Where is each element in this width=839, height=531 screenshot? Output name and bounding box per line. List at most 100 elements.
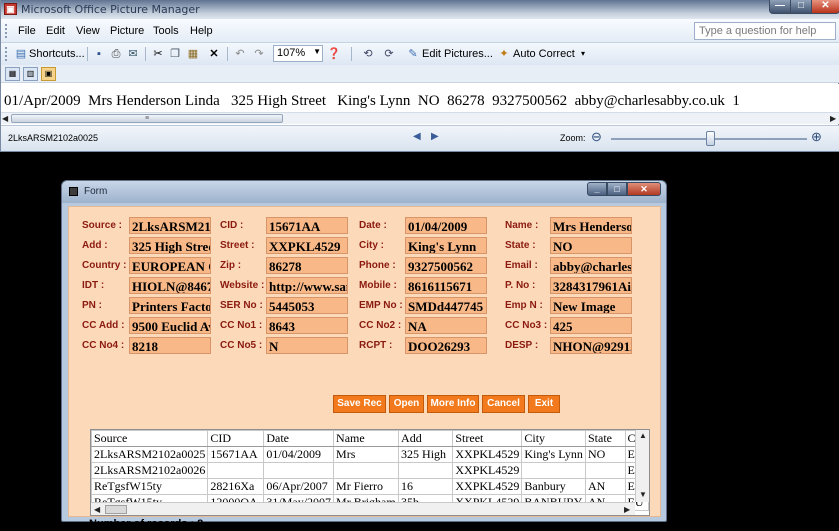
zip-field[interactable]: 86278 (266, 257, 348, 274)
table-cell: 325 High (398, 446, 454, 463)
desp-field[interactable]: NHON@92912 (550, 337, 632, 354)
exit-button[interactable]: Exit (528, 395, 560, 413)
table-row[interactable]: 2LksARSM2102a0025 15671AA 01/04/2009 Mrs 325… (91, 446, 649, 463)
records-grid[interactable]: SourceCIDDateNameAddStreetCityStateCo 2L… (90, 429, 650, 516)
help-icon[interactable]: ❓ (327, 47, 341, 61)
grid-horizontal-scrollbar[interactable]: ◀ ▶ (91, 502, 635, 515)
menu-picture[interactable]: Picture (110, 25, 144, 37)
zoom-slider-thumb[interactable] (706, 131, 715, 146)
close-button[interactable]: ✕ (811, 0, 839, 14)
zoom-in-icon[interactable]: ⊕ (811, 129, 822, 145)
menu-edit[interactable]: Edit (46, 25, 65, 37)
save-record-button[interactable]: Save Rec (333, 395, 386, 413)
pn-field[interactable]: Printers Factory (129, 297, 211, 314)
cc-no1-field[interactable]: 8643 (266, 317, 348, 334)
street-field[interactable]: XXPKL4529 (266, 237, 348, 254)
paste-icon[interactable]: ▦ (186, 47, 200, 61)
cc-add-field[interactable]: 9500 Euclid Avenue (129, 317, 211, 334)
state-field[interactable]: NO (550, 237, 632, 254)
grid-vertical-scrollbar[interactable]: ▲ ▼ (635, 430, 649, 502)
form-window: Form _ □ ✕ Source : 2LksARSM2102a0025 CID … (61, 180, 667, 530)
cid-field[interactable]: 15671AA (266, 217, 348, 234)
cc-no3-field[interactable]: 425 (550, 317, 632, 334)
edit-pictures-button[interactable]: Edit Pictures... (422, 46, 493, 62)
zoom-out-icon[interactable]: ⊖ (591, 129, 602, 145)
scrollbar-thumb[interactable]: ≡ (11, 114, 283, 123)
form-maximize-button[interactable]: □ (607, 182, 627, 196)
scroll-right-icon[interactable]: ▶ (624, 505, 630, 514)
filmstrip-view-icon[interactable]: ▥ (23, 67, 38, 81)
column-header[interactable]: Street (452, 430, 523, 447)
idt-field[interactable]: HIOLN@8467 (129, 277, 211, 294)
copy-icon[interactable]: ❐ (168, 47, 182, 61)
scroll-left-icon[interactable]: ◀ (2, 114, 8, 123)
menu-file[interactable]: File (18, 25, 36, 37)
p-no-field[interactable]: 3284317961Aim (550, 277, 632, 294)
add-field[interactable]: 325 High Street (129, 237, 211, 254)
desp-label: DESP : (505, 340, 539, 351)
form-minimize-button[interactable]: _ (587, 182, 607, 196)
rcpt-field[interactable]: DOO26293 (405, 337, 487, 354)
next-picture-icon[interactable]: ▶ (431, 131, 439, 142)
redo-icon[interactable]: ↷ (252, 47, 266, 61)
table-row[interactable]: ReTgsfW15ty 28216Xa 06/Apr/2007 Mr Fierro 16… (91, 478, 649, 495)
column-header[interactable]: City (521, 430, 586, 447)
website-field[interactable]: http://www.sandia.gov (266, 277, 348, 294)
source-field[interactable]: 2LksARSM2102a0025 (129, 217, 211, 234)
scroll-right-icon[interactable]: ▶ (830, 114, 836, 123)
grid-scrollbar-thumb[interactable] (105, 505, 127, 514)
more-info-button[interactable]: More Info (427, 395, 479, 413)
scroll-up-icon[interactable]: ▲ (639, 431, 647, 440)
auto-correct-button[interactable]: Auto Correct (513, 46, 575, 62)
maximize-button[interactable]: □ (790, 0, 812, 14)
date-field[interactable]: 01/04/2009 (405, 217, 487, 234)
cancel-button[interactable]: Cancel (482, 395, 525, 413)
phone-field[interactable]: 9327500562 (405, 257, 487, 274)
ser-no-field[interactable]: 5445053 (266, 297, 348, 314)
cc-no4-field[interactable]: 8218 (129, 337, 211, 354)
print-icon[interactable]: ⎙ (109, 47, 123, 61)
column-header[interactable]: Name (333, 430, 400, 447)
rotate-left-icon[interactable]: ⟲ (361, 47, 375, 61)
column-header[interactable]: Source (91, 430, 209, 447)
thumbnail-view-icon[interactable]: ▦ (5, 67, 20, 81)
city-label: City : (359, 240, 384, 251)
cc-no2-field[interactable]: NA (405, 317, 487, 334)
single-picture-view-icon[interactable]: ▣ (41, 67, 56, 81)
undo-icon[interactable]: ↶ (233, 47, 247, 61)
email-field[interactable]: abby@charlesabby.co.uk (550, 257, 632, 274)
cut-icon[interactable]: ✂ (151, 47, 165, 61)
emp-n-label: Emp N : (505, 300, 543, 311)
column-header[interactable]: Add (398, 430, 454, 447)
emp-n-field[interactable]: New Image (550, 297, 632, 314)
minimize-button[interactable]: — (769, 0, 791, 14)
country-field[interactable]: EUROPEAN COUNTRY (129, 257, 211, 274)
column-header[interactable]: Date (263, 430, 335, 447)
menu-help[interactable]: Help (190, 25, 213, 37)
save-icon[interactable]: ▪ (92, 47, 106, 61)
form-close-button[interactable]: ✕ (627, 182, 661, 196)
previous-picture-icon[interactable]: ◀ (413, 131, 421, 142)
cc-no5-field[interactable]: N (266, 337, 348, 354)
menu-tools[interactable]: Tools (153, 25, 179, 37)
table-row[interactable]: 2LksARSM2102a0026XXPKL4529EU (91, 462, 649, 479)
column-header[interactable]: CID (207, 430, 265, 447)
toolbar-options-icon[interactable]: ▾ (576, 47, 590, 61)
menu-view[interactable]: View (76, 25, 100, 37)
rotate-right-icon[interactable]: ⟳ (382, 47, 396, 61)
city-field[interactable]: King's Lynn (405, 237, 487, 254)
name-field[interactable]: Mrs Henderson Linda (550, 217, 632, 234)
help-search-input[interactable]: Type a question for help (694, 22, 836, 40)
table-cell (263, 462, 335, 479)
zoom-select[interactable]: 107% ▼ (273, 45, 323, 62)
scroll-left-icon[interactable]: ◀ (94, 505, 100, 514)
mobile-field[interactable]: 8616115671 (405, 277, 487, 294)
emp-no-field[interactable]: SMDd447745 (405, 297, 487, 314)
horizontal-scrollbar[interactable]: ◀ ≡ ▶ (1, 112, 839, 124)
open-button[interactable]: Open (389, 395, 424, 413)
delete-icon[interactable]: ✕ (207, 47, 221, 61)
column-header[interactable]: State (585, 430, 626, 447)
scroll-down-icon[interactable]: ▼ (639, 490, 647, 499)
shortcuts-button[interactable]: Shortcuts... (29, 46, 85, 62)
email-icon[interactable]: ✉ (126, 47, 140, 61)
